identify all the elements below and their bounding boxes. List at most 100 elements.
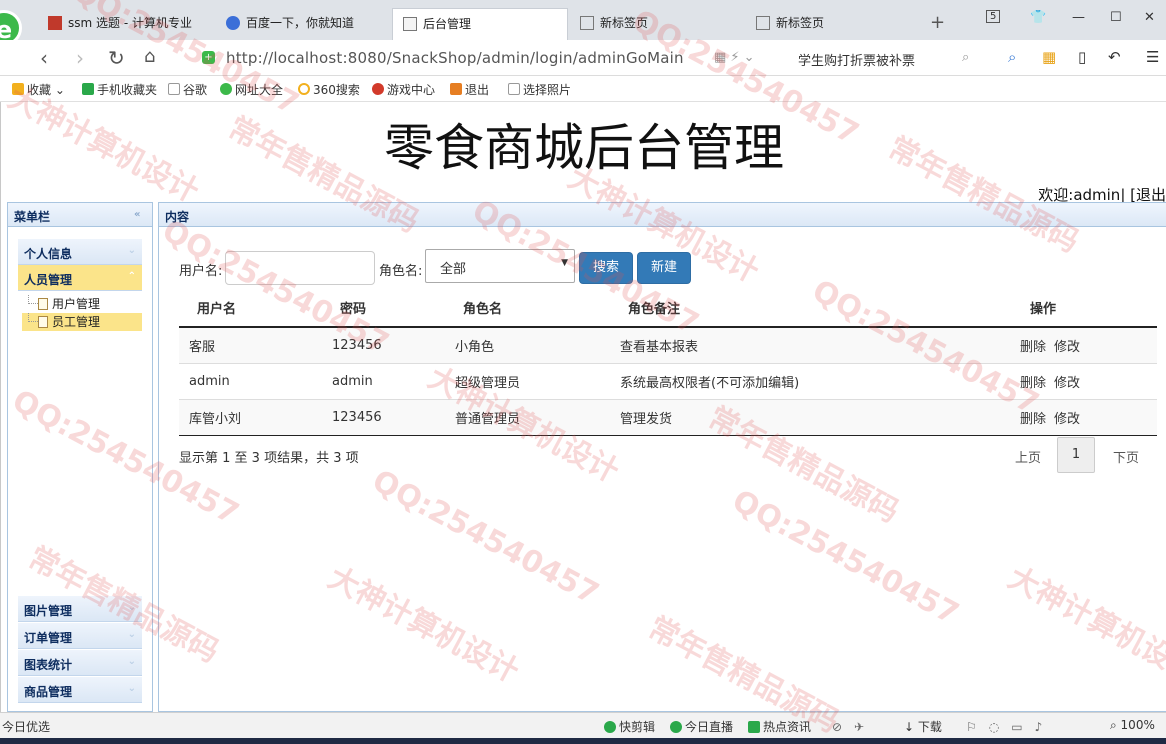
minimize-icon[interactable]: —	[1072, 10, 1085, 25]
cell-password: admin	[332, 363, 455, 400]
tree-line	[28, 313, 38, 322]
column-header[interactable]: 密码	[332, 289, 455, 328]
browser-tab-2[interactable]: 百度一下，你就知道	[216, 8, 392, 40]
fav-item[interactable]: 手机收藏夹	[82, 81, 157, 98]
mobile-icon	[82, 83, 94, 95]
table-row: 库管小刘 123456 普通管理员 管理发货 删除 修改	[179, 399, 1157, 436]
tab-count-badge[interactable]: 5	[986, 10, 1001, 23]
page-icon	[508, 83, 520, 95]
fav-item[interactable]: 360搜索	[298, 81, 360, 98]
status-item[interactable]: 热点资讯	[748, 718, 811, 735]
browser-tab-5[interactable]: 新标签页	[746, 8, 922, 40]
url-text[interactable]: http://localhost:8080/SnackShop/admin/lo…	[226, 49, 684, 67]
url-tools-icons[interactable]: ▦ ⚡ ⌄	[714, 50, 755, 65]
close-icon[interactable]: ✕	[1144, 10, 1155, 25]
sidebar-group-label: 个人信息	[24, 247, 73, 261]
username-input[interactable]	[225, 251, 375, 285]
delete-link[interactable]: 删除	[1020, 376, 1046, 391]
cell-actions: 删除 修改	[1010, 399, 1157, 436]
sidebar-group-charts[interactable]: 图表统计 ⌄	[18, 650, 142, 676]
shirt-icon[interactable]: 👕	[1030, 10, 1046, 25]
sidebar-group-label: 商品管理	[24, 685, 73, 699]
undo-icon[interactable]: ↶	[1108, 48, 1121, 66]
search-button[interactable]: 搜索	[579, 252, 633, 284]
prev-page-button[interactable]: 上页	[1015, 447, 1041, 466]
sidebar-item-user-management[interactable]: 用户管理	[22, 295, 142, 313]
browser-tab-1[interactable]: ssm 选题 - 计算机专业	[38, 8, 214, 40]
phone-icon[interactable]: ▯	[1078, 48, 1086, 66]
magnifier-icon[interactable]: ⌕	[1008, 48, 1016, 66]
current-page-button[interactable]: 1	[1057, 437, 1095, 473]
url-box[interactable]: + http://localhost:8080/SnackShop/admin/…	[194, 44, 984, 72]
fav-item[interactable]: 网址大全	[220, 81, 283, 98]
sidebar-title: 菜单栏	[14, 210, 51, 224]
new-button[interactable]: 新建	[637, 252, 691, 284]
cell-role: 普通管理员	[455, 399, 620, 436]
search-icon[interactable]: ⌕	[962, 50, 969, 65]
sidebar-group-label: 图表统计	[24, 658, 73, 672]
status-item[interactable]: 今日直播	[670, 718, 733, 735]
new-tab-button[interactable]: +	[930, 12, 945, 33]
browser-tab-4[interactable]: 新标签页	[570, 8, 746, 40]
home-icon[interactable]: ⌂	[144, 46, 155, 67]
fav-label: 游戏中心	[387, 83, 436, 97]
sidebar-group-staff-management[interactable]: 人员管理 ⌃	[18, 265, 142, 291]
edit-link[interactable]: 修改	[1054, 340, 1080, 355]
maximize-icon[interactable]: ☐	[1110, 10, 1122, 25]
column-header[interactable]: 用户名	[179, 289, 332, 328]
sidebar-group-label: 人员管理	[24, 273, 73, 287]
sidebar-group-personal-info[interactable]: 个人信息 ⌄	[18, 239, 142, 265]
status-misc-icons[interactable]: ⚐ ◌ ▭ ♪	[966, 718, 1042, 735]
menu-icon[interactable]: ☰	[1146, 48, 1159, 66]
cell-actions: 删除 修改	[1010, 327, 1157, 364]
fav-label: 收藏	[27, 83, 52, 97]
sidebar-group-products[interactable]: 商品管理 ⌄	[18, 677, 142, 703]
favorites-bar: 收藏 ⌄ 手机收藏夹 谷歌 网址大全 360搜索 游戏中心 退出 选择照片	[0, 76, 1166, 102]
fav-item[interactable]: 选择照片	[508, 81, 571, 98]
star-icon	[12, 83, 24, 95]
column-header[interactable]: 角色名	[455, 289, 620, 328]
fav-label: 退出	[465, 83, 490, 97]
role-select[interactable]: 全部 ▼	[425, 249, 575, 283]
address-bar: ‹ › ↻ ⌂ + http://localhost:8080/SnackSho…	[0, 40, 1166, 76]
delete-link[interactable]: 删除	[1020, 412, 1046, 427]
column-header[interactable]: 操作	[1010, 289, 1157, 328]
fav-item[interactable]: 退出	[450, 81, 489, 98]
column-header[interactable]: 角色备注	[620, 289, 1010, 328]
table-header-row: 用户名 密码 角色名 角色备注 操作	[179, 289, 1157, 328]
browser-tab-3[interactable]: 后台管理	[392, 8, 568, 40]
search-suggestion[interactable]: 学生购打折票被补票	[798, 50, 915, 69]
exit-icon	[450, 83, 462, 95]
status-item[interactable]: 快剪辑	[604, 718, 655, 735]
role-label: 角色名:	[379, 264, 423, 279]
fav-item[interactable]: 谷歌	[168, 81, 207, 98]
delete-link[interactable]: 删除	[1020, 340, 1046, 355]
reload-icon[interactable]: ↻	[108, 46, 125, 70]
fav-item[interactable]: 收藏 ⌄	[12, 81, 65, 98]
next-page-button[interactable]: 下页	[1113, 447, 1139, 466]
sidebar-group-images[interactable]: 图片管理 ⌄	[18, 596, 142, 622]
sidebar-group-orders[interactable]: 订单管理 ⌄	[18, 623, 142, 649]
apps-icon[interactable]: ▦	[1042, 48, 1056, 66]
edit-link[interactable]: 修改	[1054, 412, 1080, 427]
status-item[interactable]: ↓ 下载	[904, 718, 942, 735]
table-row: 客服 123456 小角色 查看基本报表 删除 修改	[179, 327, 1157, 364]
status-item-label: 快剪辑	[619, 720, 656, 734]
collapse-icon[interactable]: «	[134, 209, 146, 221]
forward-icon[interactable]: ›	[76, 46, 84, 70]
zoom-level[interactable]: ⌕ 100%	[1110, 718, 1155, 733]
chevron-down-icon: ⌄	[127, 602, 136, 613]
sidebar-header: 菜单栏 «	[8, 203, 152, 227]
tab-label: 百度一下，你就知道	[246, 16, 355, 30]
os-taskbar	[0, 738, 1166, 744]
fav-item[interactable]: 游戏中心	[372, 81, 435, 98]
cell-username: 客服	[179, 327, 332, 364]
grid-icon	[756, 16, 770, 30]
edit-link[interactable]: 修改	[1054, 376, 1080, 391]
back-icon[interactable]: ‹	[40, 46, 48, 70]
sidebar-item-employee-management[interactable]: 员工管理	[22, 313, 142, 331]
status-tool-icons[interactable]: ⊘ ✈	[832, 718, 864, 735]
status-left-text[interactable]: 今日优选	[2, 718, 50, 735]
sidebar-group-label: 订单管理	[24, 631, 73, 645]
chevron-down-icon: ⌄	[127, 629, 136, 640]
